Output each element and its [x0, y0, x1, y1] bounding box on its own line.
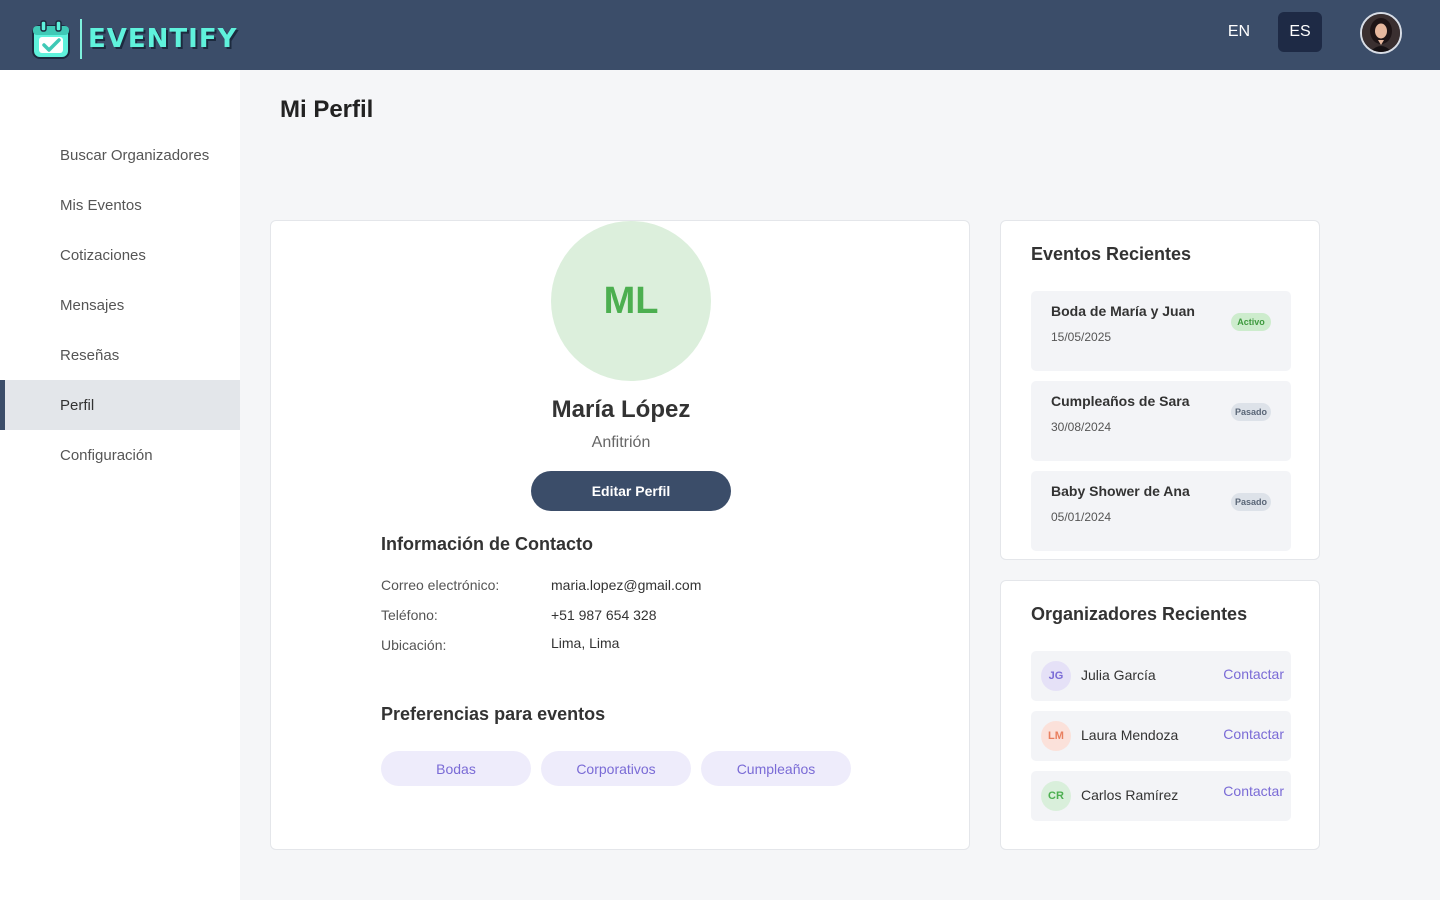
- email-value: maria.lopez@gmail.com: [551, 577, 702, 593]
- organizer-item: JG Julia García Contactar: [1031, 651, 1291, 701]
- profile-role: Anfitrión: [591, 434, 651, 451]
- logo-text: EVENTIFY: [88, 24, 238, 54]
- location-label: Ubicación:: [381, 637, 447, 653]
- recent-organizers-card: Organizadores Recientes JG Julia García …: [1000, 580, 1320, 850]
- sidebar-item-configuracion[interactable]: Configuración: [0, 430, 240, 480]
- organizer-item: LM Laura Mendoza Contactar: [1031, 711, 1291, 761]
- app-logo[interactable]: EVENTIFY: [30, 18, 237, 60]
- status-badge: Activo: [1231, 313, 1271, 331]
- logo-divider: [80, 19, 82, 59]
- event-date: 05/01/2024: [1051, 510, 1112, 524]
- organizer-name: Laura Mendoza: [1081, 727, 1179, 743]
- preference-tag-corporativos[interactable]: Corporativos: [541, 751, 691, 786]
- sidebar-item-buscar-organizadores[interactable]: Buscar Organizadores: [0, 130, 240, 180]
- sidebar-item-mensajes[interactable]: Mensajes: [0, 280, 240, 330]
- organizer-name: Julia García: [1081, 667, 1156, 683]
- recent-organizers-title: Organizadores Recientes: [1031, 604, 1248, 624]
- user-photo-icon: [1362, 14, 1400, 52]
- sidebar-item-resenas[interactable]: Reseñas: [0, 330, 240, 380]
- event-name: Cumpleaños de Sara: [1051, 393, 1190, 409]
- profile-name: María López: [551, 396, 691, 423]
- organizer-name: Carlos Ramírez: [1081, 787, 1179, 803]
- event-item[interactable]: Baby Shower de Ana 05/01/2024 Pasado: [1031, 471, 1291, 551]
- phone-value: +51 987 654 328: [551, 607, 657, 623]
- contact-organizer-link[interactable]: Contactar: [1223, 783, 1284, 799]
- phone-label: Teléfono:: [381, 607, 438, 623]
- location-value: Lima, Lima: [551, 635, 620, 651]
- event-item[interactable]: Boda de María y Juan 15/05/2025 Activo: [1031, 291, 1291, 371]
- contact-info-title: Información de Contacto: [381, 534, 594, 554]
- recent-events-card: Eventos Recientes Boda de María y Juan 1…: [1000, 220, 1320, 560]
- edit-profile-button[interactable]: Editar Perfil: [531, 471, 731, 511]
- page-title: Mi Perfil: [280, 96, 374, 123]
- event-name: Boda de María y Juan: [1051, 303, 1195, 319]
- contact-organizer-link[interactable]: Contactar: [1223, 666, 1284, 682]
- event-name: Baby Shower de Ana: [1051, 483, 1190, 499]
- event-date: 30/08/2024: [1051, 420, 1112, 434]
- profile-initials-avatar: ML: [551, 221, 711, 381]
- calendar-check-icon: [30, 18, 72, 60]
- organizer-avatar: LM: [1041, 721, 1071, 751]
- status-badge: Pasado: [1231, 403, 1271, 421]
- contact-organizer-link[interactable]: Contactar: [1223, 726, 1284, 742]
- email-label: Correo electrónico:: [381, 577, 500, 593]
- status-badge: Pasado: [1231, 493, 1271, 511]
- language-es-button[interactable]: ES: [1278, 12, 1322, 52]
- language-en-button[interactable]: EN: [1217, 12, 1261, 52]
- user-avatar[interactable]: [1360, 12, 1402, 54]
- event-item[interactable]: Cumpleaños de Sara 30/08/2024 Pasado: [1031, 381, 1291, 461]
- sidebar: Buscar Organizadores Mis Eventos Cotizac…: [0, 70, 240, 900]
- preferences-title: Preferencias para eventos: [381, 704, 606, 724]
- preference-tag-cumpleanos[interactable]: Cumpleaños: [701, 751, 851, 786]
- sidebar-item-cotizaciones[interactable]: Cotizaciones: [0, 230, 240, 280]
- sidebar-item-mis-eventos[interactable]: Mis Eventos: [0, 180, 240, 230]
- top-navbar: EVENTIFY EN ES: [0, 0, 1440, 70]
- organizer-avatar: CR: [1041, 781, 1071, 811]
- organizer-item: CR Carlos Ramírez Contactar: [1031, 771, 1291, 821]
- preference-tag-bodas[interactable]: Bodas: [381, 751, 531, 786]
- sidebar-item-perfil[interactable]: Perfil: [0, 380, 240, 430]
- organizer-avatar: JG: [1041, 661, 1071, 691]
- profile-card: ML María López Anfitrión Editar Perfil I…: [270, 220, 970, 850]
- event-date: 15/05/2025: [1051, 330, 1112, 344]
- recent-events-title: Eventos Recientes: [1031, 244, 1192, 264]
